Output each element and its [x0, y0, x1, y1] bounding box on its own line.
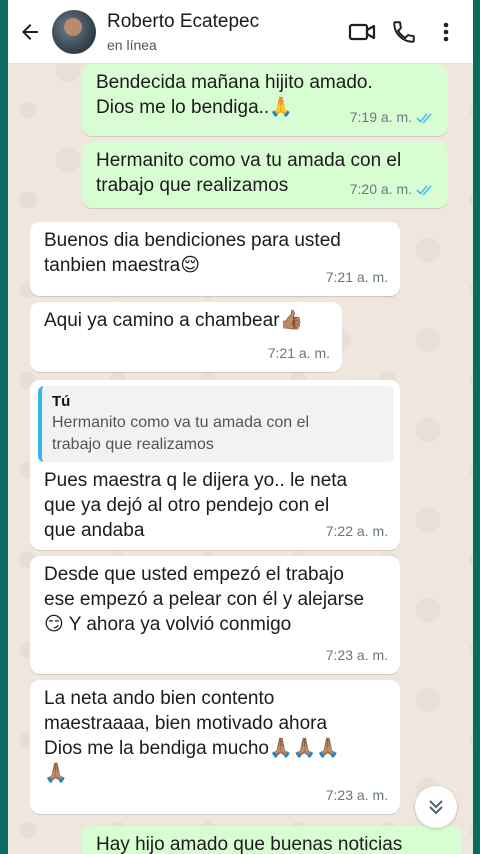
message-bubble[interactable]: Hermanito como va tu amada con el trabaj…	[82, 142, 448, 208]
message-meta: 7:23 a. m.	[326, 783, 388, 808]
contact-status: en línea	[107, 36, 157, 53]
message-time: 7:21 a. m.	[267, 345, 330, 361]
message-meta: 7:21 a. m.	[268, 341, 330, 366]
quote-text: Hermanito como va tu amada con el trabaj…	[52, 414, 310, 453]
double-check-icon	[416, 184, 432, 196]
message-meta: 7:22 a. m.	[326, 519, 388, 544]
call-button[interactable]	[383, 0, 425, 64]
message-bubble[interactable]: Aqui ya camino a chambear👍🏽 7:21 a. m.	[30, 302, 342, 372]
message-meta: 7:23 a. m.	[326, 643, 388, 668]
message-meta: 7:21 a. m.	[326, 265, 388, 290]
arrow-left-icon	[22, 23, 38, 40]
message-bubble[interactable]: Buenos dia bendiciones para usted tanbie…	[30, 222, 400, 296]
scroll-to-bottom-button[interactable]	[415, 786, 457, 828]
avatar[interactable]	[52, 9, 96, 54]
message-time: 7:21 a. m.	[325, 269, 388, 285]
quoted-message[interactable]: Tú Hermanito como va tu amada con el tra…	[38, 386, 394, 462]
message-meta: 7:19 a. m.	[350, 105, 436, 130]
message-bubble[interactable]: La neta ando bien contento maestraaaa, b…	[30, 680, 400, 814]
chevron-double-down-icon	[429, 800, 443, 815]
more-options-button[interactable]	[425, 0, 467, 64]
video-call-button[interactable]	[341, 0, 383, 64]
message-time: 7:19 a. m.	[349, 109, 412, 125]
message-bubble[interactable]: Desde que usted empezó el trabajo ese em…	[30, 556, 400, 674]
message-text: Hay hijo amado que buenas noticias	[96, 834, 403, 854]
message-bubble[interactable]: Hay hijo amado que buenas noticias	[82, 826, 462, 854]
message-time: 7:23 a. m.	[325, 647, 388, 663]
message-text: Desde que usted empezó el trabajo ese em…	[44, 564, 365, 635]
message-bubble[interactable]: Tú Hermanito como va tu amada con el tra…	[30, 380, 400, 550]
message-time: 7:20 a. m.	[349, 181, 412, 197]
message-text: Aqui ya camino a chambear👍🏽	[44, 310, 304, 331]
more-vert-icon	[443, 22, 449, 41]
contact-info[interactable]: Roberto Ecatepec en línea	[107, 11, 341, 53]
message-bubble[interactable]: Bendecida mañana hijito amado. Dios me l…	[82, 64, 448, 136]
message-time: 7:23 a. m.	[325, 787, 388, 803]
video-call-icon	[348, 23, 376, 40]
double-check-icon	[416, 112, 432, 124]
back-button[interactable]	[12, 0, 48, 64]
quote-author: Tú	[52, 393, 71, 410]
message-time: 7:22 a. m.	[325, 523, 388, 539]
chat-window: Roberto Ecatepec en línea Bendecida maña…	[8, 0, 473, 854]
message-text: La neta ando bien contento maestraaaa, b…	[44, 688, 340, 784]
contact-name: Roberto Ecatepec	[107, 10, 260, 32]
chat-header: Roberto Ecatepec en línea	[8, 0, 473, 64]
phone-icon	[393, 20, 415, 43]
message-meta: 7:20 a. m.	[350, 177, 436, 202]
